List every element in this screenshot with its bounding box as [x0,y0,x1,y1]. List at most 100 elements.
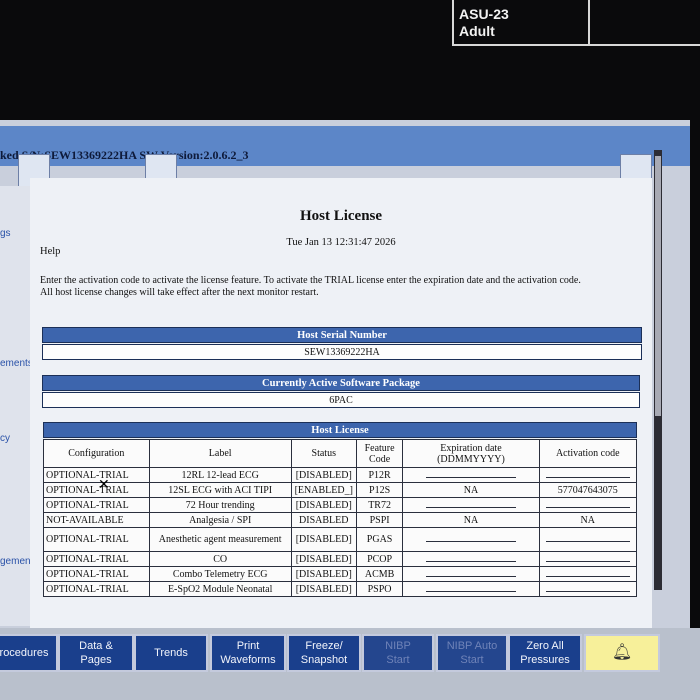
serial-header: Host Serial Number [42,327,642,343]
label-cell: E-SpO2 Module Neonatal [148,581,292,597]
config-cell: OPTIONAL-TRIAL [43,581,150,597]
print-waveforms-button[interactable]: Print Waveforms [210,634,286,672]
expiration-field[interactable] [402,551,540,567]
status-cell: [DISABLED] [290,497,357,513]
help-link[interactable]: Help [40,246,60,257]
scroll-thumb[interactable] [655,156,661,416]
status-cell: [DISABLED] [290,581,357,597]
nibp-auto-start-button[interactable]: NIBP Auto Start [436,634,508,672]
activation-value: 577047643075 [538,482,637,498]
activation-field[interactable] [538,581,637,597]
table-row[interactable]: OPTIONAL-TRIAL CO [DISABLED] PCOP [43,551,637,567]
menu-item[interactable]: cy [0,433,10,444]
patient-info-box: ASU-23 Adult [452,0,700,46]
header-bar: ked S/N:SEW13369222HA SW Version:2.0.6.2… [0,126,690,166]
label-cell: 12SL ECG with ACI TIPI [148,482,292,498]
instruction-line: All host license changes will take effec… [40,287,319,298]
patient-category: Adult [459,23,495,39]
software-header: Currently Active Software Package [42,375,640,391]
column-header: Configuration [43,439,150,468]
menu-item[interactable]: ements [0,358,33,369]
table-header-row: Configuration Label Status Feature Code … [43,439,637,468]
code-cell: ACMB [355,566,404,582]
datetime: Tue Jan 13 12:31:47 2026 [286,237,396,248]
config-cell: OPTIONAL-TRIAL [43,467,150,483]
nibp-start-button[interactable]: NIBP Start [362,634,434,672]
expiration-field[interactable] [402,581,540,597]
label-cell: 72 Hour trending [148,497,292,513]
procedures-button[interactable]: rocedures [0,634,58,672]
activation-value: NA [538,512,637,528]
status-cell: [DISABLED] [290,566,357,582]
status-cell: [ENABLED_] [290,482,357,498]
expiration-field[interactable] [402,527,540,552]
monitor-screen: ked S/N:SEW13369222HA SW Version:2.0.6.2… [0,120,690,634]
alarm-button[interactable]: 🔔︎ [584,634,660,672]
table-row[interactable]: OPTIONAL-TRIAL E-SpO2 Module Neonatal [D… [43,581,637,597]
host-license-panel: Host License Tue Jan 13 12:31:47 2026 He… [30,178,652,634]
table-row[interactable]: OPTIONAL-TRIAL 12SL ECG with ACI TIPI [E… [43,482,637,498]
zero-all-pressures-button[interactable]: Zero All Pressures [508,634,582,672]
label-cell: Analgesia / SPI [148,512,292,528]
menu-item[interactable]: gement [0,556,33,567]
code-cell: PCOP [355,551,404,567]
bell-icon: 🔔︎ [611,644,633,661]
software-value: 6PAC [42,392,640,408]
divider [588,0,590,46]
softkey-bar: rocedures Data & Pages Trends Print Wave… [0,628,700,700]
column-header: Activation code [538,439,637,468]
activation-field[interactable] [538,527,637,552]
table-row[interactable]: OPTIONAL-TRIAL 72 Hour trending [DISABLE… [43,497,637,513]
config-cell: OPTIONAL-TRIAL [43,497,150,513]
config-cell: OPTIONAL-TRIAL [43,551,150,567]
scrollbar[interactable] [654,150,662,590]
trends-button[interactable]: Trends [134,634,208,672]
instructions: Enter the activation code to activate th… [40,275,646,299]
activation-field[interactable] [538,467,637,483]
license-header: Host License [43,422,637,438]
instruction-line: Enter the activation code to activate th… [40,275,581,286]
expiration-value: NA [402,482,540,498]
freeze-snapshot-button[interactable]: Freeze/ Snapshot [287,634,361,672]
config-cell: OPTIONAL-TRIAL [43,566,150,582]
status-cell: [DISABLED] [290,551,357,567]
license-table: Configuration Label Status Feature Code … [43,439,637,597]
expiration-field[interactable] [402,467,540,483]
config-cell: OPTIONAL-TRIAL [43,482,150,498]
config-cell: OPTIONAL-TRIAL [43,527,150,552]
code-cell: PSPI [355,512,404,528]
label-cell: CO [148,551,292,567]
code-cell: P12R [355,467,404,483]
config-cell: NOT-AVAILABLE [43,512,150,528]
column-header: Label [148,439,292,468]
table-row[interactable]: OPTIONAL-TRIAL 12RL 12-lead ECG [DISABLE… [43,467,637,483]
status-cell: DISABLED [290,512,357,528]
page-title: Host License [299,208,383,224]
table-row[interactable]: OPTIONAL-TRIAL Anesthetic agent measurem… [43,527,637,552]
code-cell: PGAS [355,527,404,552]
label-cell: 12RL 12-lead ECG [148,467,292,483]
menu-item[interactable]: gs [0,228,11,239]
expiration-field[interactable] [402,566,540,582]
serial-value: SEW13369222HA [42,344,642,360]
column-header: Expiration date (DDMMYYYY) [402,439,540,468]
activation-field[interactable] [538,497,637,513]
activation-field[interactable] [538,551,637,567]
status-cell: [DISABLED] [290,467,357,483]
label-cell: Anesthetic agent measurement [148,527,292,552]
column-header: Feature Code [355,439,404,468]
data-pages-button[interactable]: Data & Pages [58,634,134,672]
cursor-icon: ✕ [98,477,110,493]
patient-info[interactable]: ASU-23 Adult [459,6,509,40]
code-cell: TR72 [355,497,404,513]
unit-name: ASU-23 [459,6,509,22]
label-cell: Combo Telemetry ECG [148,566,292,582]
column-header: Status [290,439,357,468]
code-cell: P12S [355,482,404,498]
table-row[interactable]: OPTIONAL-TRIAL Combo Telemetry ECG [DISA… [43,566,637,582]
expiration-field[interactable] [402,497,540,513]
expiration-value: NA [402,512,540,528]
activation-field[interactable] [538,566,637,582]
table-row[interactable]: NOT-AVAILABLE Analgesia / SPI DISABLED P… [43,512,637,528]
code-cell: PSPO [355,581,404,597]
